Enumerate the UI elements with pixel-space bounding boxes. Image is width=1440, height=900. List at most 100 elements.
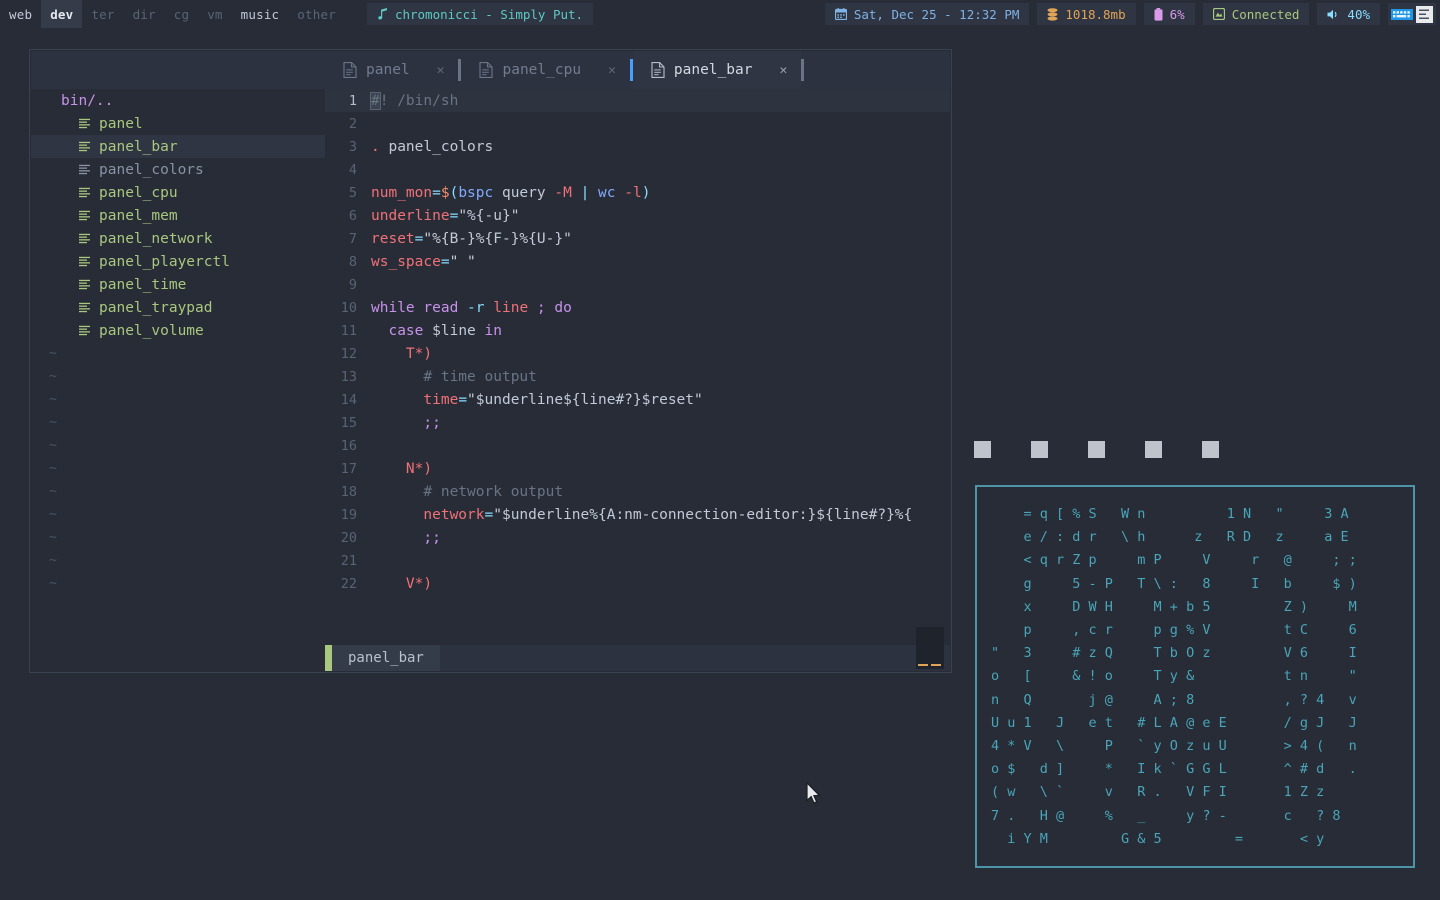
status-bar-filler (439, 645, 950, 671)
workspace-vm[interactable]: vm (198, 0, 231, 28)
tab-panel_cpu[interactable]: panel_cpu ✕ (461, 51, 630, 89)
code-line[interactable]: 1 #! /bin/sh (325, 89, 950, 112)
line-text: T*) (405, 345, 433, 362)
code-line[interactable]: 9 (325, 273, 950, 296)
desktop-square[interactable] (1088, 441, 1105, 458)
workspace-label: ter (91, 6, 115, 22)
tree-root-label[interactable]: bin/.. (31, 89, 325, 112)
code-line[interactable]: 13 # time output (325, 365, 950, 388)
tree-file-panel_mem[interactable]: panel_mem (31, 204, 325, 227)
code-line[interactable]: 8 ws_space=" " (325, 250, 950, 273)
tree-file-panel_playerctl[interactable]: panel_playerctl (31, 250, 325, 273)
matrix-row: g 5 - P T \ : 8 I b $ ) (991, 575, 1357, 592)
tab-close-icon[interactable]: ✕ (608, 63, 616, 78)
code-line[interactable]: 16 (325, 434, 950, 457)
code-line[interactable]: 5 num_mon=$(bspc query -M | wc -l) (325, 181, 950, 204)
status-bar: panel_bar (31, 627, 950, 671)
tree-file-panel_cpu[interactable]: panel_cpu (31, 181, 325, 204)
tree-file-panel_volume[interactable]: panel_volume (31, 319, 325, 342)
desktop-square[interactable] (1145, 441, 1162, 458)
workspace-dir[interactable]: dir (124, 0, 165, 28)
tab-label: panel_bar (673, 62, 753, 78)
tab-close-icon[interactable]: ✕ (779, 63, 787, 78)
volume-widget[interactable]: 40% (1317, 3, 1380, 25)
code-line[interactable]: 22 V*) (325, 572, 950, 595)
memory-widget[interactable]: 1018.8mb (1037, 3, 1136, 25)
line-text: ;; (423, 529, 441, 546)
tray-menu-icon[interactable] (1416, 5, 1433, 23)
panel-tray: Sat, Dec 25 - 12:32 PM 1018.8mb 6% Conne… (824, 0, 1440, 28)
tree-empty-marker: ~ (49, 553, 57, 568)
code-line[interactable]: 21 (325, 549, 950, 572)
tree-file-panel_network[interactable]: panel_network (31, 227, 325, 250)
code-line[interactable]: 4 (325, 158, 950, 181)
tab-panel[interactable]: panel ✕ (325, 51, 459, 89)
code-line[interactable]: 14 time="$underline${line#?}$reset" (325, 388, 950, 411)
keyboard-icon[interactable] (1391, 7, 1413, 22)
tab-separator (801, 59, 805, 81)
volume-label: 40% (1347, 6, 1370, 22)
minimap-marker[interactable] (916, 627, 944, 669)
workspace-ter[interactable]: ter (82, 0, 123, 28)
code-area[interactable]: 1 #! /bin/sh 2 3 . panel_colors 4 5 num_mon=$(b… (325, 89, 950, 645)
tree-file-label: panel (99, 115, 143, 132)
code-line[interactable]: 10 while read -r line ; do (325, 296, 950, 319)
top-panel: web dev ter dir cg vm music other chromonicci -… (0, 0, 1440, 28)
workspace-music[interactable]: music (232, 0, 289, 28)
tree-file-panel_bar[interactable]: panel_bar (31, 135, 325, 158)
list-icon (79, 118, 90, 130)
tab-label: panel (366, 62, 410, 78)
line-number: 11 (340, 322, 357, 339)
matrix-row: ( w \ ` v R . V F I 1 Z z (991, 784, 1325, 801)
tree-file-panel_traypad[interactable]: panel_traypad (31, 296, 325, 319)
code-line[interactable]: 19 network="$underline%{A:nm-connection-… (325, 503, 950, 526)
tree-file-label: panel_playerctl (99, 253, 230, 270)
list-icon (79, 233, 90, 245)
desktop-square[interactable] (974, 441, 991, 458)
tree-file-panel_colors[interactable]: panel_colors (31, 158, 325, 181)
workspace-other[interactable]: other (288, 0, 345, 28)
file-tree[interactable]: bin/.. panel panel_bar panel_colors panel_c… (31, 89, 325, 645)
line-text: . panel_colors (371, 138, 494, 155)
code-line[interactable]: 15 ;; (325, 411, 950, 434)
systray[interactable] (1388, 3, 1436, 25)
code-line[interactable]: 7 reset="%{B-}%{F-}%{U-}" (325, 227, 950, 250)
music-widget[interactable]: chromonicci - Simply Put. (366, 3, 594, 25)
code-line[interactable]: 20 ;; (325, 526, 950, 549)
desktop-square[interactable] (1031, 441, 1048, 458)
tree-empty-marker: ~ (49, 530, 57, 545)
file-icon (343, 62, 357, 78)
desktop-indicator-squares (974, 441, 1219, 458)
network-widget[interactable]: Connected (1202, 3, 1310, 25)
tree-empty-marker: ~ (49, 484, 57, 499)
memory-label: 1018.8mb (1065, 6, 1126, 22)
code-line[interactable]: 2 (325, 112, 950, 135)
workspace-label: web (9, 6, 33, 22)
line-number: 12 (340, 345, 357, 362)
code-line[interactable]: 11 case $line in (325, 319, 950, 342)
desktop-square[interactable] (1202, 441, 1219, 458)
tab-close-icon[interactable]: ✕ (437, 63, 445, 78)
clock-widget[interactable]: Sat, Dec 25 - 12:32 PM (824, 3, 1030, 25)
code-line[interactable]: 18 # network output (325, 480, 950, 503)
line-number: 13 (340, 368, 357, 385)
workspace-dev[interactable]: dev (41, 0, 83, 28)
tab-panel_bar[interactable]: panel_bar ✕ (632, 51, 802, 89)
list-icon (79, 256, 90, 268)
line-number: 10 (340, 299, 357, 316)
code-line[interactable]: 3 . panel_colors (325, 135, 950, 158)
tree-file-panel_time[interactable]: panel_time (31, 273, 325, 296)
line-text: #! /bin/sh (370, 91, 459, 110)
editor-window: panel ✕ panel_cpu ✕ panel_bar ✕ bin/.. panel p… (29, 49, 952, 673)
matrix-row: i Y M G & 5 = < y (991, 830, 1325, 847)
code-line[interactable]: 12 T*) (325, 342, 950, 365)
tree-file-panel[interactable]: panel (31, 112, 325, 135)
code-line[interactable]: 17 N*) (325, 457, 950, 480)
workspace-web[interactable]: web (0, 0, 41, 28)
battery-widget[interactable]: 6% (1143, 3, 1195, 25)
code-line[interactable]: 6 underline="%{-u}" (325, 204, 950, 227)
workspace-cg[interactable]: cg (165, 0, 198, 28)
tree-empty-marker: ~ (49, 461, 57, 476)
line-text: network="$underline%{A:nm-connection-edi… (423, 506, 913, 523)
network-label: Connected (1231, 6, 1300, 22)
